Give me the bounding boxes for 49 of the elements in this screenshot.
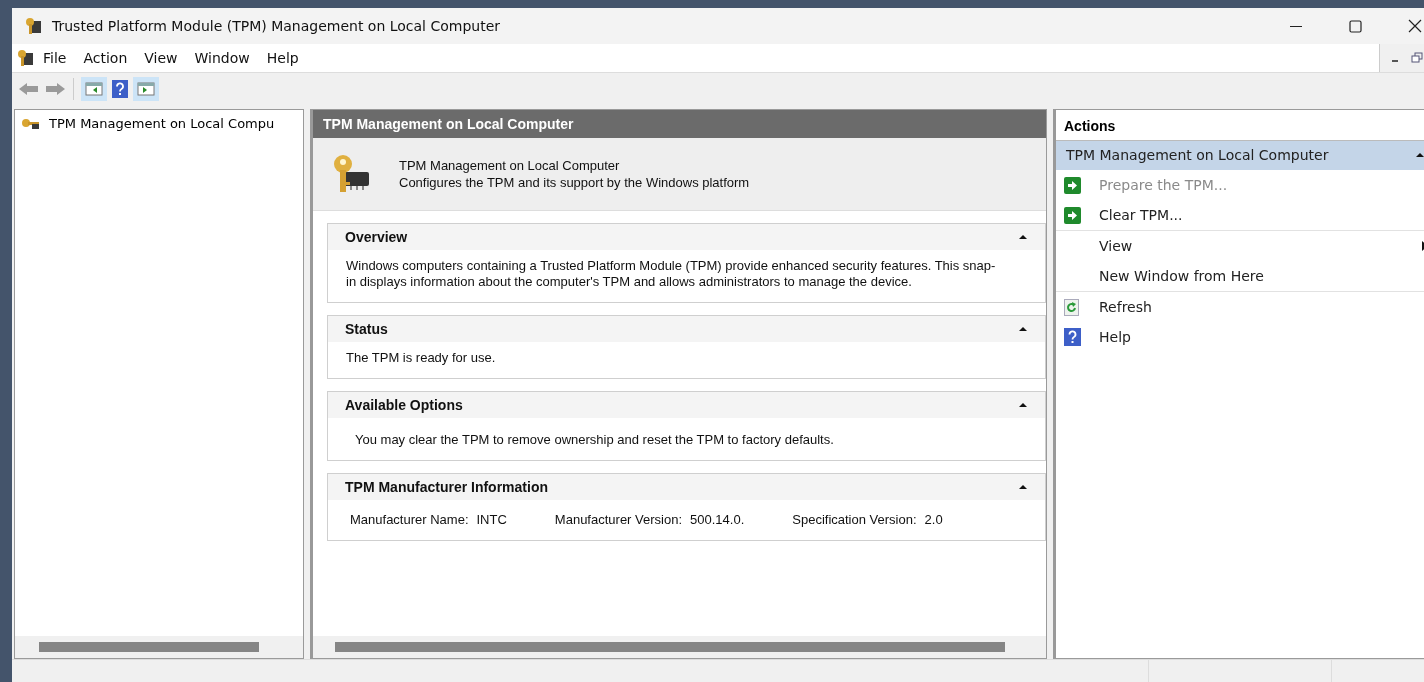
menu-item[interactable]: File	[34, 50, 75, 66]
field-label: Specification Version:	[792, 512, 917, 528]
field-label: Manufacturer Name:	[350, 512, 469, 528]
menu-item[interactable]: View	[135, 50, 186, 66]
section-text: The TPM is ready for use.	[345, 349, 497, 367]
section-title: Available Options	[345, 397, 463, 413]
key-icon	[16, 49, 34, 67]
restore-icon[interactable]	[1410, 51, 1424, 65]
intro-title: TPM Management on Local Computer	[399, 157, 621, 174]
menu-item[interactable]: Help	[257, 50, 307, 66]
key-icon	[24, 17, 42, 35]
section-header[interactable]: Overview	[328, 224, 1045, 250]
section-title: Overview	[345, 229, 408, 245]
collapse-caret-icon[interactable]	[1019, 326, 1027, 332]
field-label: Manufacturer Version:	[554, 512, 683, 528]
action-group-header[interactable]: TPM Management on Local Computer	[1056, 141, 1424, 170]
scrollbar-thumb[interactable]	[335, 642, 1005, 652]
collapse-caret-icon[interactable]	[1416, 152, 1424, 158]
close-icon[interactable]	[1408, 19, 1422, 33]
task-link[interactable]: New Window from Here	[1056, 261, 1424, 291]
refresh-icon	[1064, 298, 1079, 316]
pane-header: TPM Management on Local Computer	[313, 110, 1046, 138]
tree-item[interactable]: TPM Management on Local Compu	[19, 114, 299, 133]
task-link[interactable]: Refresh	[1056, 292, 1424, 322]
section-header[interactable]: TPM Manufacturer Information	[328, 474, 1045, 500]
field-value: 500.14.0.	[690, 512, 745, 528]
help-icon[interactable]	[111, 79, 129, 99]
collapse-caret-icon[interactable]	[1019, 484, 1027, 490]
window-title: Trusted Platform Module (TPM) Management on Local Computer	[52, 18, 502, 34]
section-text: Windows computers containing a Trusted Platform Module (TPM) provide enhanced security features. This snap-in displays information about the computer's TPM and allows administrators to manage the device.	[345, 257, 997, 291]
key-icon	[21, 116, 41, 131]
section-text: You may clear the TPM to remove ownership and reset the TPM to factory defaults.	[354, 431, 835, 449]
menu-item[interactable]: Action	[74, 50, 136, 66]
field-value: INTC	[476, 512, 507, 528]
collapse-caret-icon[interactable]	[1019, 234, 1027, 240]
field-value: 2.0	[924, 512, 943, 528]
task-link[interactable]: Help	[1056, 322, 1424, 352]
intro-description: Configures the TPM and its support by the Windows platform	[399, 174, 750, 191]
help-icon	[1064, 328, 1081, 346]
section-header[interactable]: Status	[328, 316, 1045, 342]
scrollbar-thumb[interactable]	[39, 642, 259, 652]
section-title: Status	[345, 321, 388, 337]
section-title: TPM Manufacturer Information	[345, 479, 548, 495]
section-header[interactable]: Available Options	[328, 392, 1045, 418]
collapse-caret-icon[interactable]	[1019, 402, 1027, 408]
menu-item[interactable]: Window	[185, 50, 258, 66]
task-link[interactable]: Clear TPM...	[1056, 200, 1424, 230]
maximize-icon[interactable]	[1349, 19, 1362, 33]
task-link[interactable]: View	[1056, 231, 1424, 261]
